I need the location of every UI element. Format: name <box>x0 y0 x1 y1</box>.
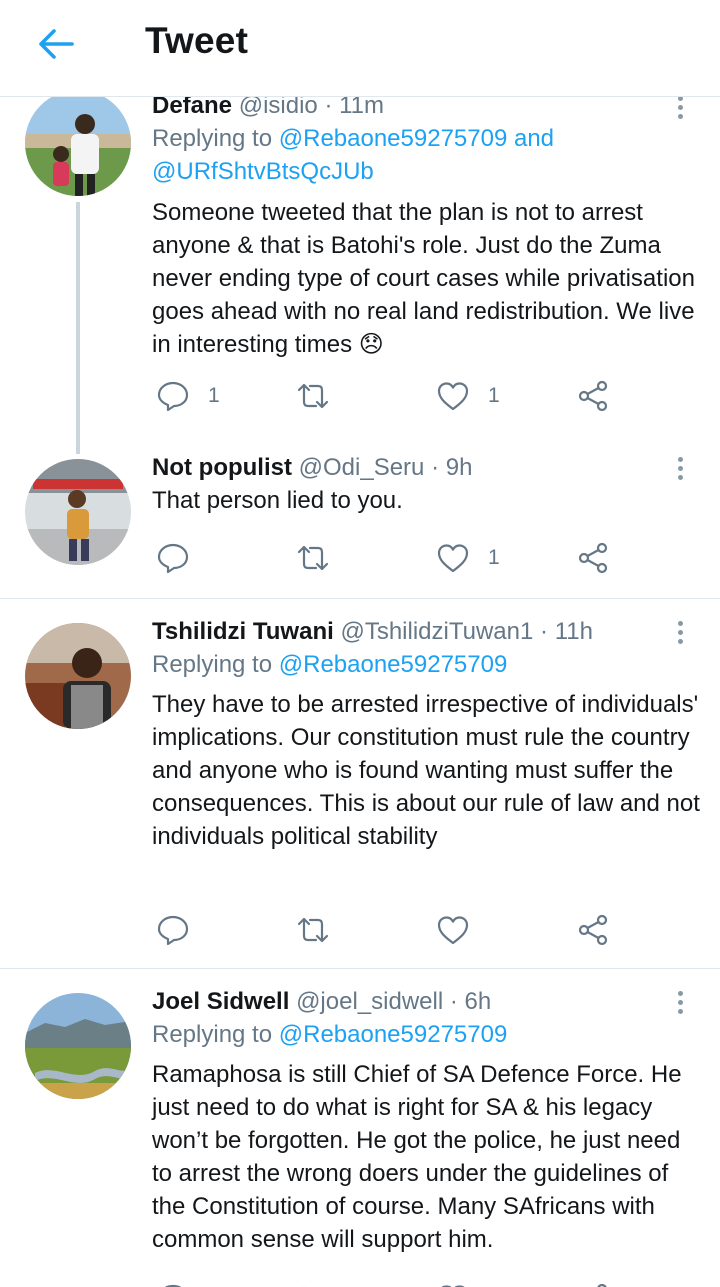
more-vertical-icon <box>677 621 683 626</box>
tweet-item[interactable]: Not populist @Odi_Seru · 9h That person … <box>0 452 720 598</box>
replying-to: Replying to @Rebaone59275709 <box>152 648 700 681</box>
tweet-time: 11h <box>554 618 593 645</box>
meta-separator: · <box>540 618 549 645</box>
author-handle[interactable]: @joel_sidwell <box>296 988 443 1015</box>
like-button[interactable] <box>436 908 470 952</box>
tweet-time: 9h <box>445 454 473 481</box>
tweet-actions: 1 1 <box>152 374 672 418</box>
retweet-button[interactable] <box>296 536 330 580</box>
share-button[interactable] <box>576 536 610 580</box>
reply-button[interactable]: 1 <box>156 374 220 418</box>
meta-separator: · <box>431 454 440 481</box>
retweet-button[interactable] <box>296 1277 330 1287</box>
avatar-photo <box>25 623 131 729</box>
share-button[interactable] <box>576 908 610 952</box>
reply-button[interactable] <box>156 908 190 952</box>
tweet-time: 6h <box>464 988 492 1015</box>
replying-to-label: Replying to <box>152 125 273 152</box>
thread-line <box>76 202 80 454</box>
avatar[interactable] <box>25 90 131 196</box>
tweet-item[interactable]: Joel Sidwell @joel_sidwell · 6h Replying… <box>0 969 720 1287</box>
back-arrow-icon <box>39 29 74 59</box>
avatar[interactable] <box>25 459 131 565</box>
page-title: Tweet <box>145 20 249 61</box>
tweet-text: Someone tweeted that the plan is not to … <box>152 196 700 361</box>
reply-mention-link[interactable]: @Rebaone59275709 <box>279 125 508 152</box>
more-options-button[interactable] <box>670 92 690 132</box>
share-icon <box>597 1283 607 1287</box>
retweet-icon <box>297 917 329 943</box>
author-name[interactable]: Joel Sidwell <box>152 988 289 1015</box>
reply-count: 1 <box>208 384 220 407</box>
replying-to: Replying to @Rebaone59275709 and @URfSht… <box>152 122 700 188</box>
like-icon <box>437 916 469 945</box>
reply-mention-link[interactable]: @Rebaone59275709 <box>279 1021 508 1048</box>
like-button[interactable]: 1 <box>436 536 500 580</box>
reply-mention-link[interactable]: @Rebaone59275709 <box>279 651 508 678</box>
tweet-actions <box>152 1277 672 1287</box>
tweet-meta: Not populist @Odi_Seru · 9h <box>152 452 700 484</box>
avatar[interactable] <box>25 993 131 1099</box>
tweet-text: They have to be arrested irrespective of… <box>152 691 700 850</box>
tweet-actions: 1 <box>152 536 672 580</box>
more-options-button[interactable] <box>670 617 690 657</box>
more-options-button[interactable] <box>670 987 690 1027</box>
retweet-icon <box>303 1286 305 1287</box>
like-button[interactable] <box>436 1277 470 1287</box>
back-button[interactable] <box>30 22 82 66</box>
tweet-text: That person lied to you. <box>152 487 403 514</box>
share-icon <box>578 914 608 946</box>
reply-icon <box>164 1284 182 1287</box>
reply-icon <box>157 381 189 412</box>
like-button[interactable]: 1 <box>436 374 500 418</box>
retweet-icon <box>297 383 329 409</box>
replying-to-label: Replying to <box>152 1021 273 1048</box>
tweet-text-content: Someone tweeted that the plan is not to … <box>152 199 695 358</box>
reply-button[interactable] <box>156 536 190 580</box>
tweet-meta: Tshilidzi Tuwani @TshilidziTuwan1 · 11h <box>152 616 700 648</box>
app-header: Tweet <box>0 0 720 97</box>
reply-button[interactable] <box>156 1277 190 1287</box>
reply-icon <box>157 543 189 574</box>
share-button[interactable] <box>576 1277 610 1287</box>
more-options-button[interactable] <box>670 453 690 493</box>
reply-icon <box>157 915 189 946</box>
avatar[interactable] <box>25 623 131 729</box>
share-button[interactable] <box>576 374 610 418</box>
retweet-button[interactable] <box>296 374 330 418</box>
like-icon <box>437 544 469 573</box>
like-icon <box>437 382 469 411</box>
share-icon <box>578 380 608 412</box>
tweet-meta: Joel Sidwell @joel_sidwell · 6h <box>152 986 700 1018</box>
like-count: 1 <box>488 384 500 407</box>
more-vertical-icon <box>677 457 683 462</box>
author-name[interactable]: Tshilidzi Tuwani <box>152 618 334 645</box>
meta-separator: · <box>449 988 458 1015</box>
retweet-icon <box>297 545 329 571</box>
author-name[interactable]: Not populist <box>152 454 292 481</box>
replying-to-label: Replying to <box>152 651 273 678</box>
tweet-item[interactable]: Defane @isidio · 11m Replying to @Rebaon… <box>0 60 720 455</box>
replying-to: Replying to @Rebaone59275709 <box>152 1018 700 1051</box>
tweet-text: Ramaphosa is still Chief of SA Defence F… <box>152 1061 682 1253</box>
author-handle[interactable]: @TshilidziTuwan1 <box>340 618 533 645</box>
share-icon <box>578 542 608 574</box>
retweet-button[interactable] <box>296 908 330 952</box>
tweet-item[interactable]: Tshilidzi Tuwani @TshilidziTuwan1 · 11h … <box>0 599 720 968</box>
like-count: 1 <box>488 546 500 569</box>
like-icon <box>441 1285 465 1287</box>
avatar-photo <box>25 993 131 1099</box>
more-vertical-icon <box>677 991 683 996</box>
author-handle[interactable]: @Odi_Seru <box>299 454 425 481</box>
avatar-photo <box>25 459 131 565</box>
reply-mention-link[interactable]: @URfShtvBtsQcJUb <box>152 158 374 185</box>
avatar-photo <box>25 90 131 196</box>
disappointed-emoji: 😞 <box>358 331 384 358</box>
tweet-actions <box>152 908 672 952</box>
reply-and-link[interactable]: and <box>514 125 554 152</box>
